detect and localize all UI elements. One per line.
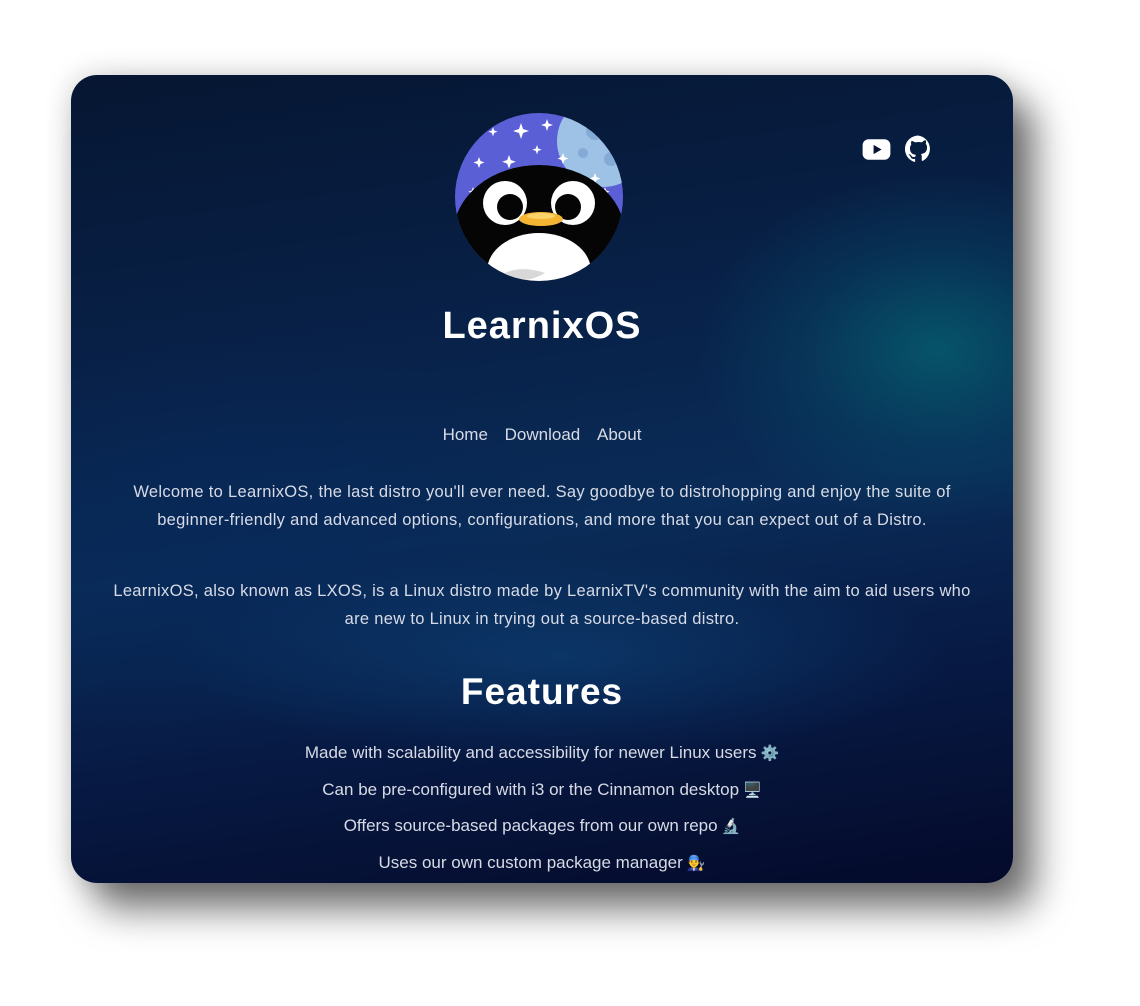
nav-about-link[interactable]: About	[597, 425, 641, 445]
site-title: LearnixOS	[442, 305, 642, 347]
feature-text: Offers source-based packages from our ow…	[343, 816, 718, 836]
main-nav: Home Download About	[71, 425, 1013, 445]
main-card: LearnixOS Home Download About Welcome to…	[71, 75, 1013, 883]
microscope-icon: 🔬	[721, 817, 741, 836]
nav-download-link[interactable]: Download	[505, 425, 581, 445]
feature-item: Can be pre-configured with i3 or the Cin…	[71, 776, 1013, 813]
feature-item: Made with scalability and accessibility …	[71, 739, 1013, 776]
desktop-computer-icon: 🖥️	[743, 780, 762, 799]
about-paragraph: LearnixOS, also known as LXOS, is a Linu…	[113, 582, 971, 628]
mechanic-icon: 👨‍🔧	[686, 854, 706, 873]
youtube-icon[interactable]	[862, 135, 891, 164]
feature-item: Uses our own custom package manager 👨‍🔧	[71, 849, 1013, 883]
feature-text: Uses our own custom package manager	[378, 853, 683, 873]
feature-text: Made with scalability and accessibility …	[304, 743, 757, 762]
feature-text: Can be pre-configured with i3 or the Cin…	[322, 779, 740, 799]
features-heading: Features	[460, 671, 624, 712]
features-list: Made with scalability and accessibility …	[71, 739, 1013, 883]
nav-home-link[interactable]: Home	[443, 425, 488, 445]
gear-icon: ⚙️	[760, 744, 780, 762]
feature-item: Offers source-based packages from our ow…	[71, 812, 1013, 849]
github-icon[interactable]	[905, 135, 932, 162]
intro-paragraph: Welcome to LearnixOS, the last distro yo…	[133, 483, 951, 529]
penguin-logo	[455, 113, 623, 281]
